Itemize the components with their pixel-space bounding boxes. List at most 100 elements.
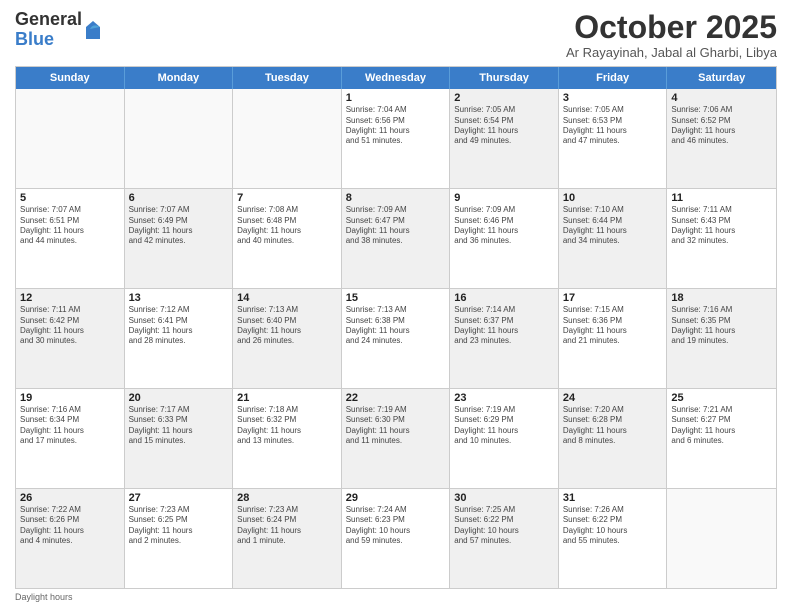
day-number: 31 — [563, 492, 663, 504]
calendar-cell: 22Sunrise: 7:19 AMSunset: 6:30 PMDayligh… — [342, 389, 451, 488]
calendar-cell: 14Sunrise: 7:13 AMSunset: 6:40 PMDayligh… — [233, 289, 342, 388]
calendar-row-2: 12Sunrise: 7:11 AMSunset: 6:42 PMDayligh… — [16, 289, 776, 389]
cell-content: Sunrise: 7:25 AMSunset: 6:22 PMDaylight:… — [454, 505, 554, 547]
cal-header-day-sunday: Sunday — [16, 67, 125, 89]
day-number: 8 — [346, 192, 446, 204]
cell-content: Sunrise: 7:04 AMSunset: 6:56 PMDaylight:… — [346, 105, 446, 147]
day-number: 21 — [237, 392, 337, 404]
calendar-row-1: 5Sunrise: 7:07 AMSunset: 6:51 PMDaylight… — [16, 189, 776, 289]
footer-daylight-label: Daylight hours — [15, 592, 73, 602]
calendar-cell: 27Sunrise: 7:23 AMSunset: 6:25 PMDayligh… — [125, 489, 234, 588]
cell-content: Sunrise: 7:15 AMSunset: 6:36 PMDaylight:… — [563, 305, 663, 347]
calendar-cell: 19Sunrise: 7:16 AMSunset: 6:34 PMDayligh… — [16, 389, 125, 488]
cell-content: Sunrise: 7:23 AMSunset: 6:24 PMDaylight:… — [237, 505, 337, 547]
cal-header-day-saturday: Saturday — [667, 67, 776, 89]
day-number: 26 — [20, 492, 120, 504]
cell-content: Sunrise: 7:21 AMSunset: 6:27 PMDaylight:… — [671, 405, 772, 447]
cell-content: Sunrise: 7:07 AMSunset: 6:51 PMDaylight:… — [20, 205, 120, 247]
calendar-cell: 24Sunrise: 7:20 AMSunset: 6:28 PMDayligh… — [559, 389, 668, 488]
calendar-row-4: 26Sunrise: 7:22 AMSunset: 6:26 PMDayligh… — [16, 489, 776, 588]
calendar-cell: 20Sunrise: 7:17 AMSunset: 6:33 PMDayligh… — [125, 389, 234, 488]
cell-content: Sunrise: 7:10 AMSunset: 6:44 PMDaylight:… — [563, 205, 663, 247]
cell-content: Sunrise: 7:18 AMSunset: 6:32 PMDaylight:… — [237, 405, 337, 447]
footer-note: Daylight hours — [15, 589, 777, 602]
cell-content: Sunrise: 7:09 AMSunset: 6:47 PMDaylight:… — [346, 205, 446, 247]
calendar-header: SundayMondayTuesdayWednesdayThursdayFrid… — [16, 67, 776, 89]
day-number: 25 — [671, 392, 772, 404]
logo-text: General Blue — [15, 10, 82, 50]
calendar-cell: 5Sunrise: 7:07 AMSunset: 6:51 PMDaylight… — [16, 189, 125, 288]
day-number: 29 — [346, 492, 446, 504]
day-number: 24 — [563, 392, 663, 404]
calendar-cell: 21Sunrise: 7:18 AMSunset: 6:32 PMDayligh… — [233, 389, 342, 488]
header: General Blue October 2025 Ar Rayayinah, … — [15, 10, 777, 60]
calendar-cell — [667, 489, 776, 588]
calendar-cell: 4Sunrise: 7:06 AMSunset: 6:52 PMDaylight… — [667, 89, 776, 188]
cell-content: Sunrise: 7:11 AMSunset: 6:43 PMDaylight:… — [671, 205, 772, 247]
calendar-cell: 25Sunrise: 7:21 AMSunset: 6:27 PMDayligh… — [667, 389, 776, 488]
calendar-cell: 26Sunrise: 7:22 AMSunset: 6:26 PMDayligh… — [16, 489, 125, 588]
calendar-cell: 1Sunrise: 7:04 AMSunset: 6:56 PMDaylight… — [342, 89, 451, 188]
day-number: 7 — [237, 192, 337, 204]
cell-content: Sunrise: 7:19 AMSunset: 6:30 PMDaylight:… — [346, 405, 446, 447]
day-number: 19 — [20, 392, 120, 404]
logo-general-text: General — [15, 10, 82, 30]
calendar-cell: 23Sunrise: 7:19 AMSunset: 6:29 PMDayligh… — [450, 389, 559, 488]
cell-content: Sunrise: 7:06 AMSunset: 6:52 PMDaylight:… — [671, 105, 772, 147]
calendar-body: 1Sunrise: 7:04 AMSunset: 6:56 PMDaylight… — [16, 89, 776, 588]
calendar-cell: 31Sunrise: 7:26 AMSunset: 6:22 PMDayligh… — [559, 489, 668, 588]
calendar-cell: 11Sunrise: 7:11 AMSunset: 6:43 PMDayligh… — [667, 189, 776, 288]
calendar-cell: 9Sunrise: 7:09 AMSunset: 6:46 PMDaylight… — [450, 189, 559, 288]
day-number: 15 — [346, 292, 446, 304]
cell-content: Sunrise: 7:23 AMSunset: 6:25 PMDaylight:… — [129, 505, 229, 547]
day-number: 9 — [454, 192, 554, 204]
logo-icon — [84, 19, 102, 41]
calendar-cell: 2Sunrise: 7:05 AMSunset: 6:54 PMDaylight… — [450, 89, 559, 188]
title-block: October 2025 Ar Rayayinah, Jabal al Ghar… — [566, 10, 777, 60]
calendar-cell: 7Sunrise: 7:08 AMSunset: 6:48 PMDaylight… — [233, 189, 342, 288]
day-number: 20 — [129, 392, 229, 404]
cell-content: Sunrise: 7:13 AMSunset: 6:40 PMDaylight:… — [237, 305, 337, 347]
cell-content: Sunrise: 7:05 AMSunset: 6:54 PMDaylight:… — [454, 105, 554, 147]
day-number: 1 — [346, 92, 446, 104]
cell-content: Sunrise: 7:08 AMSunset: 6:48 PMDaylight:… — [237, 205, 337, 247]
calendar-cell: 15Sunrise: 7:13 AMSunset: 6:38 PMDayligh… — [342, 289, 451, 388]
day-number: 5 — [20, 192, 120, 204]
cell-content: Sunrise: 7:22 AMSunset: 6:26 PMDaylight:… — [20, 505, 120, 547]
calendar-cell — [16, 89, 125, 188]
day-number: 6 — [129, 192, 229, 204]
day-number: 18 — [671, 292, 772, 304]
day-number: 28 — [237, 492, 337, 504]
day-number: 16 — [454, 292, 554, 304]
cell-content: Sunrise: 7:05 AMSunset: 6:53 PMDaylight:… — [563, 105, 663, 147]
cell-content: Sunrise: 7:14 AMSunset: 6:37 PMDaylight:… — [454, 305, 554, 347]
cell-content: Sunrise: 7:20 AMSunset: 6:28 PMDaylight:… — [563, 405, 663, 447]
cell-content: Sunrise: 7:17 AMSunset: 6:33 PMDaylight:… — [129, 405, 229, 447]
subtitle: Ar Rayayinah, Jabal al Gharbi, Libya — [566, 45, 777, 60]
calendar-cell: 16Sunrise: 7:14 AMSunset: 6:37 PMDayligh… — [450, 289, 559, 388]
cell-content: Sunrise: 7:16 AMSunset: 6:35 PMDaylight:… — [671, 305, 772, 347]
cal-header-day-wednesday: Wednesday — [342, 67, 451, 89]
cell-content: Sunrise: 7:11 AMSunset: 6:42 PMDaylight:… — [20, 305, 120, 347]
day-number: 22 — [346, 392, 446, 404]
cal-header-day-friday: Friday — [559, 67, 668, 89]
day-number: 27 — [129, 492, 229, 504]
calendar-cell: 30Sunrise: 7:25 AMSunset: 6:22 PMDayligh… — [450, 489, 559, 588]
month-title: October 2025 — [566, 10, 777, 45]
day-number: 14 — [237, 292, 337, 304]
cell-content: Sunrise: 7:12 AMSunset: 6:41 PMDaylight:… — [129, 305, 229, 347]
calendar-cell — [125, 89, 234, 188]
cell-content: Sunrise: 7:19 AMSunset: 6:29 PMDaylight:… — [454, 405, 554, 447]
cell-content: Sunrise: 7:16 AMSunset: 6:34 PMDaylight:… — [20, 405, 120, 447]
calendar-cell: 12Sunrise: 7:11 AMSunset: 6:42 PMDayligh… — [16, 289, 125, 388]
calendar-cell: 6Sunrise: 7:07 AMSunset: 6:49 PMDaylight… — [125, 189, 234, 288]
logo: General Blue — [15, 10, 102, 50]
cell-content: Sunrise: 7:26 AMSunset: 6:22 PMDaylight:… — [563, 505, 663, 547]
cal-header-day-tuesday: Tuesday — [233, 67, 342, 89]
cal-header-day-thursday: Thursday — [450, 67, 559, 89]
calendar-cell: 10Sunrise: 7:10 AMSunset: 6:44 PMDayligh… — [559, 189, 668, 288]
cell-content: Sunrise: 7:07 AMSunset: 6:49 PMDaylight:… — [129, 205, 229, 247]
day-number: 13 — [129, 292, 229, 304]
day-number: 12 — [20, 292, 120, 304]
calendar-row-3: 19Sunrise: 7:16 AMSunset: 6:34 PMDayligh… — [16, 389, 776, 489]
